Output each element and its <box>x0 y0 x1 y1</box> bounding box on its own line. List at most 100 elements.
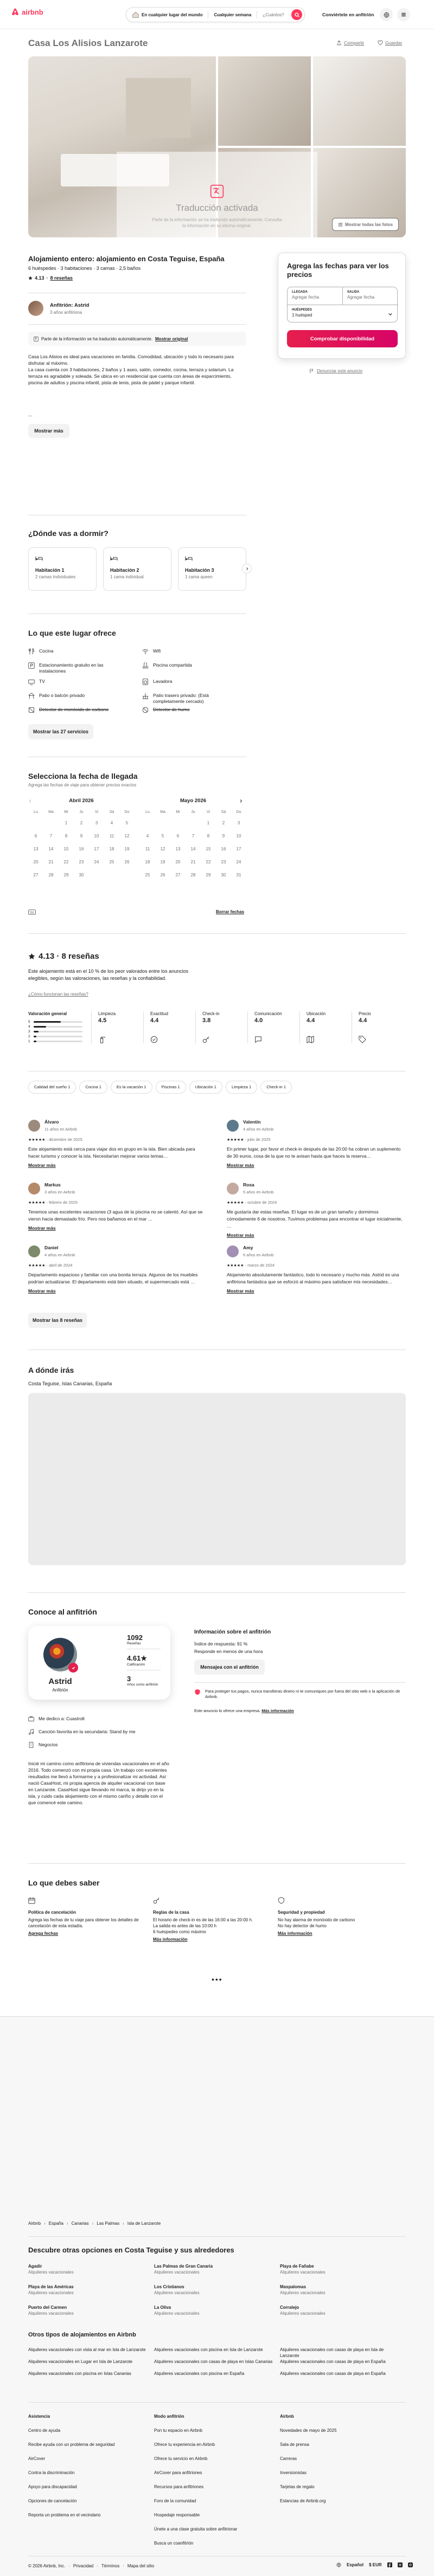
keyboard-shortcuts-button[interactable] <box>28 909 36 915</box>
footer-link[interactable]: Carreras <box>280 2452 337 2466</box>
footer-link[interactable]: Estancias de Airbnb.org <box>280 2494 337 2508</box>
other-type-link[interactable]: Alquileres vacacionales con casas de pla… <box>280 2347 401 2359</box>
calendar-day[interactable]: 11 <box>140 845 155 853</box>
review-show-more-link[interactable]: Mostrar más <box>28 1288 207 1295</box>
calendar-day[interactable]: 19 <box>119 845 135 853</box>
calendar-day[interactable]: 10 <box>231 832 246 840</box>
calendar-day[interactable]: 1 <box>201 819 216 827</box>
calendar-day[interactable]: 12 <box>119 832 135 840</box>
show-original-link[interactable]: Mostrar original <box>155 337 188 341</box>
calendar-day[interactable]: 9 <box>74 832 89 840</box>
calendar-day[interactable]: 21 <box>43 858 59 866</box>
footer-link[interactable]: Apoyo para discapacidad <box>28 2480 114 2494</box>
review-topic-chip[interactable]: Calidad del sueño 1 <box>28 1081 76 1094</box>
review-topic-chip[interactable]: Es la vacación 1 <box>110 1081 152 1094</box>
discover-item[interactable]: Los Cristianos Alquileres vacacionales <box>154 2284 200 2296</box>
company-more-info-link[interactable]: Más información <box>261 1708 294 1713</box>
review-topic-chip[interactable]: Limpieza 1 <box>225 1081 258 1094</box>
calendar-day[interactable]: 15 <box>201 845 216 853</box>
search-where[interactable]: En cualquier lugar del mundo <box>142 12 202 17</box>
calendar-day[interactable]: 4 <box>140 832 155 840</box>
privacy-link[interactable]: Privacidad <box>73 2564 93 2568</box>
calendar-day[interactable]: 5 <box>119 819 135 827</box>
calendar-next-button[interactable] <box>239 799 246 806</box>
calendar-day[interactable]: 13 <box>28 845 43 853</box>
show-all-amenities-button[interactable]: Mostrar las 27 servicios <box>28 724 93 739</box>
calendar-day[interactable]: 25 <box>140 871 155 879</box>
calendar-day[interactable]: 22 <box>201 858 216 866</box>
footer-link[interactable]: AirCover para anfitriones <box>154 2466 237 2480</box>
calendar-day[interactable]: 24 <box>231 858 246 866</box>
review-topic-chip[interactable]: Check-in 1 <box>260 1081 292 1094</box>
calendar-day[interactable]: 8 <box>59 832 74 840</box>
calendar-day[interactable]: 27 <box>170 871 186 879</box>
calendar-day[interactable]: 28 <box>43 871 59 879</box>
calendar-day[interactable]: 14 <box>43 845 59 853</box>
report-listing-link[interactable]: Denunciar este anuncio <box>309 369 362 373</box>
other-type-link[interactable]: Alquileres vacacionales en Lugar en Isla… <box>28 2359 150 2365</box>
discover-item[interactable]: Playa de Fañabe Alquileres vacacionales <box>280 2263 326 2275</box>
other-type-link[interactable]: Alquileres vacacionales con vista al mar… <box>28 2347 150 2353</box>
footer-link[interactable]: Tarjetas de regalo <box>280 2480 337 2494</box>
calendar-day[interactable]: 29 <box>59 871 74 879</box>
search-who[interactable]: ¿Cuántos? <box>263 12 284 17</box>
date-guest-picker[interactable]: LLEGADA Agregar fecha SALIDA Agregar fec… <box>287 287 398 322</box>
calendar-day[interactable]: 22 <box>59 858 74 866</box>
calendar-day[interactable]: 26 <box>155 871 170 879</box>
calendar-day[interactable]: 31 <box>231 871 246 879</box>
calendar-day[interactable]: 3 <box>231 819 246 827</box>
calendar-day[interactable]: 18 <box>140 858 155 866</box>
footer-link[interactable]: Recursos para anfitriones <box>154 2480 237 2494</box>
calendar-day[interactable]: 23 <box>216 858 231 866</box>
calendar-day[interactable]: 19 <box>155 858 170 866</box>
footer-link[interactable]: AirCover <box>28 2452 114 2466</box>
other-type-link[interactable]: Alquileres vacacionales con casas de pla… <box>280 2359 401 2365</box>
calendar-day[interactable]: 25 <box>104 858 119 866</box>
calendar-day[interactable]: 8 <box>201 832 216 840</box>
footer-link[interactable]: Contra la discriminación <box>28 2466 114 2480</box>
review-show-more-link[interactable]: Mostrar más <box>227 1232 406 1239</box>
check-availability-button[interactable]: Comprobar disponibilidad <box>287 330 398 347</box>
calendar-day[interactable]: 7 <box>186 832 201 840</box>
footer-link[interactable]: Ofrece tu experiencia en Airbnb <box>154 2438 237 2452</box>
calendar-day[interactable]: 20 <box>28 858 43 866</box>
calendar-day[interactable]: 9 <box>216 832 231 840</box>
globe-button[interactable] <box>380 8 393 21</box>
review-topic-chip[interactable]: Ubicación 1 <box>189 1081 222 1094</box>
review-show-more-link[interactable]: Mostrar más <box>227 1162 406 1169</box>
footer-link[interactable]: Opciones de cancelación <box>28 2494 114 2508</box>
translation-modal[interactable]: Traducción activada Parte de la informac… <box>117 152 317 255</box>
discover-item[interactable]: Puerto del Carmen Alquileres vacacionales <box>28 2304 74 2316</box>
calendar-day[interactable]: 16 <box>216 845 231 853</box>
sitemap-link[interactable]: Mapa del sitio <box>127 2564 154 2568</box>
reviews-link[interactable]: 8 reseñas <box>50 275 73 281</box>
breadcrumb-item[interactable]: Isla de Lanzarote <box>127 2221 161 2226</box>
show-all-reviews-button[interactable]: Mostrar las 8 reseñas <box>28 1313 87 1328</box>
discover-item[interactable]: Playa de las Américas Alquileres vacacion… <box>28 2284 74 2296</box>
things-col-link[interactable]: Más información <box>278 1931 392 1936</box>
calendar-day[interactable]: 7 <box>43 832 59 840</box>
review-show-more-link[interactable]: Mostrar más <box>28 1225 207 1232</box>
location-map[interactable] <box>28 1393 406 1565</box>
calendar-day[interactable]: 13 <box>170 845 186 853</box>
footer-link[interactable]: Ofrece tu servicio en Airbnb <box>154 2452 237 2466</box>
calendar-day[interactable]: 27 <box>28 871 43 879</box>
footer-link[interactable]: Únete a una clase gratuita sobre anfitri… <box>154 2522 237 2536</box>
currency-selector[interactable]: $ EUR <box>369 2562 382 2567</box>
breadcrumb-item[interactable]: Canarias <box>72 2221 89 2226</box>
breadcrumb-item[interactable]: Airbnb <box>28 2221 41 2226</box>
calendar-day[interactable]: 3 <box>89 819 104 827</box>
calendar-day[interactable]: 6 <box>28 832 43 840</box>
footer-link[interactable]: Novedades de mayo de 2025 <box>280 2424 337 2438</box>
menu-button[interactable] <box>397 8 410 21</box>
calendar-day[interactable]: 29 <box>201 871 216 879</box>
calendar-day[interactable]: 14 <box>186 845 201 853</box>
search-bar[interactable]: En cualquier lugar del mundo Cualquier s… <box>126 7 305 22</box>
calendar-day[interactable]: 18 <box>104 845 119 853</box>
calendar-day[interactable]: 17 <box>89 845 104 853</box>
footer-link[interactable]: Pon tu espacio en Airbnb <box>154 2424 237 2438</box>
breadcrumb-item[interactable]: España <box>49 2221 63 2226</box>
review-topic-chip[interactable]: Piscinas 1 <box>155 1081 186 1094</box>
calendar-day[interactable]: 21 <box>186 858 201 866</box>
calendar-day[interactable]: 4 <box>104 819 119 827</box>
